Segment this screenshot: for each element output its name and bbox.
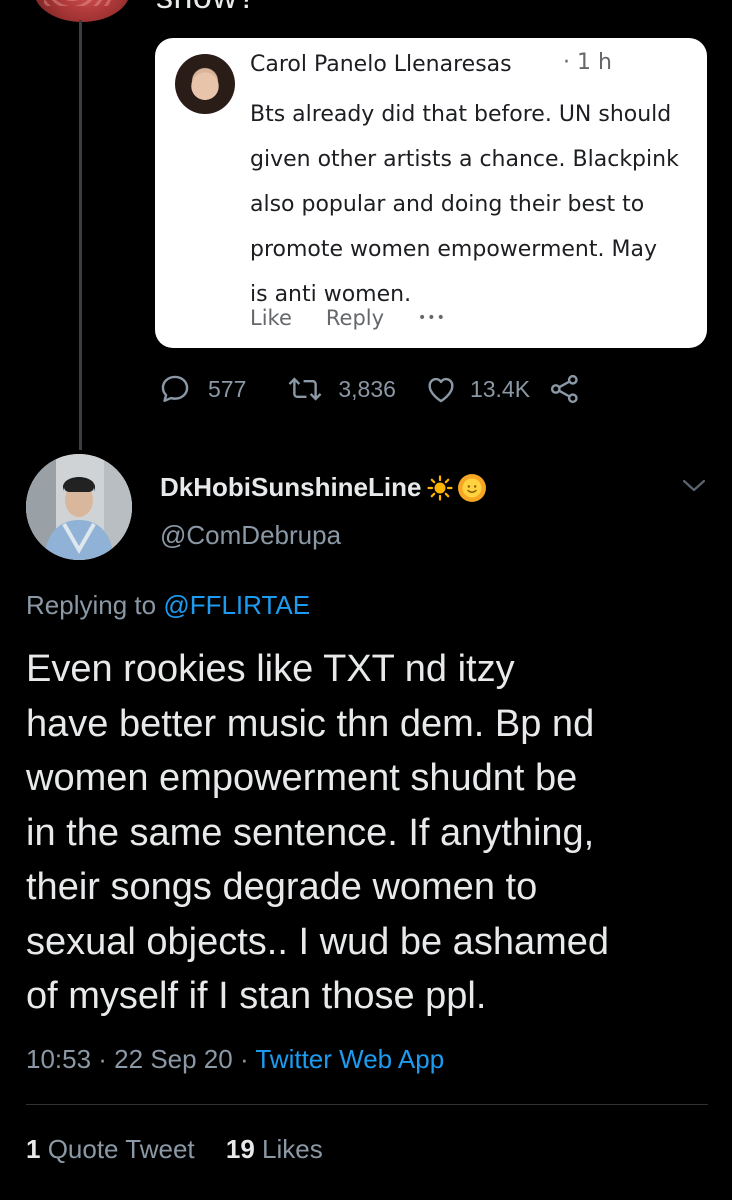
quote-count: 1	[26, 1134, 41, 1164]
divider	[26, 1104, 708, 1105]
tweet-line: sexual objects.. I wud be ashamed	[26, 920, 610, 963]
comment-line: given other artists a chance. Blackpink	[250, 147, 679, 172]
author-name-text: DkHobiSunshineLine	[160, 472, 422, 502]
retweet-count: 3,836	[338, 375, 396, 402]
reply-count: 577	[208, 375, 247, 402]
chevron-down-icon[interactable]	[680, 474, 708, 498]
tweet-line: have better music thn dem. Bp nd	[26, 702, 595, 745]
comment-line: promote women empowerment. May	[250, 237, 657, 262]
comment-time: · 1 h	[563, 50, 612, 75]
tweet-line: of myself if I stan those ppl.	[26, 975, 487, 1017]
likes-link[interactable]: 19 Likes	[226, 1134, 323, 1164]
tweet-timestamp[interactable]: 10:53 · 22 Sep 20 ·	[26, 1044, 255, 1074]
embedded-comment-image[interactable]: Carol Panelo Llenaresas · 1 h Bts alread…	[155, 38, 707, 348]
tweet-line: women empowerment shudnt be	[26, 757, 578, 799]
replying-to: Replying to @FFLIRTAE	[26, 590, 310, 621]
reply-action[interactable]: 577	[158, 372, 246, 406]
author-avatar-image	[26, 454, 132, 560]
quote-label: Quote Tweet	[40, 1134, 195, 1164]
tweet-line: in the same sentence. If anything,	[26, 811, 595, 854]
commenter-avatar	[175, 54, 235, 114]
comment-line: Bts already did that before. UN should	[250, 102, 672, 127]
tweet-source-link[interactable]: Twitter Web App	[255, 1044, 444, 1074]
share-icon	[550, 374, 578, 404]
reply-icon	[161, 375, 189, 402]
commenter-name: Carol Panelo Llenaresas	[250, 52, 512, 77]
previous-tweet-avatar[interactable]	[34, 0, 130, 22]
comment-like-label: Like	[250, 306, 292, 330]
author-handle[interactable]: @ComDebrupa	[160, 520, 341, 551]
like-count-main: 19	[225, 1134, 255, 1164]
quote-tweets-link[interactable]: 1 Quote Tweet	[26, 1134, 195, 1164]
previous-tweet-stats: 577 3,836 13.4K	[158, 372, 582, 406]
comment-reply-label: Reply	[325, 306, 385, 330]
comment-body: Bts already did that before. UN should g…	[250, 92, 707, 317]
tweet-line: their songs degrade women to	[26, 866, 538, 908]
retweet-icon	[288, 377, 322, 401]
like-count: 13.4K	[469, 375, 531, 402]
sun-icon	[427, 474, 454, 501]
tweet-counts: 1 Quote Tweet 19 Likes	[26, 1134, 323, 1165]
tweet-line: Even rookies like TXT nd itzy	[26, 648, 515, 690]
tweet-meta: 10:53 · 22 Sep 20 · Twitter Web App	[26, 1044, 444, 1075]
previous-tweet-text: show?	[156, 0, 257, 17]
author-display-name[interactable]: DkHobiSunshineLine	[160, 472, 487, 503]
retweet-action[interactable]: 3,836	[286, 372, 396, 406]
likes-label: Likes	[254, 1134, 323, 1164]
share-action[interactable]	[548, 372, 582, 406]
replying-prefix: Replying to	[26, 590, 164, 620]
comment-line: also popular and doing their best to	[250, 192, 645, 217]
like-action[interactable]: 13.4K	[424, 372, 530, 406]
thread-line	[79, 20, 82, 450]
heart-icon	[428, 377, 454, 403]
replying-mention-link[interactable]: @FFLIRTAE	[163, 590, 310, 620]
tweet-text: Even rookies like TXT nd itzy have bette…	[26, 642, 716, 1024]
comment-more-label: •••	[418, 310, 446, 326]
comment-actions: Like Reply •••	[250, 306, 446, 330]
sun-with-face-icon	[458, 473, 487, 502]
author-avatar[interactable]	[26, 454, 132, 560]
